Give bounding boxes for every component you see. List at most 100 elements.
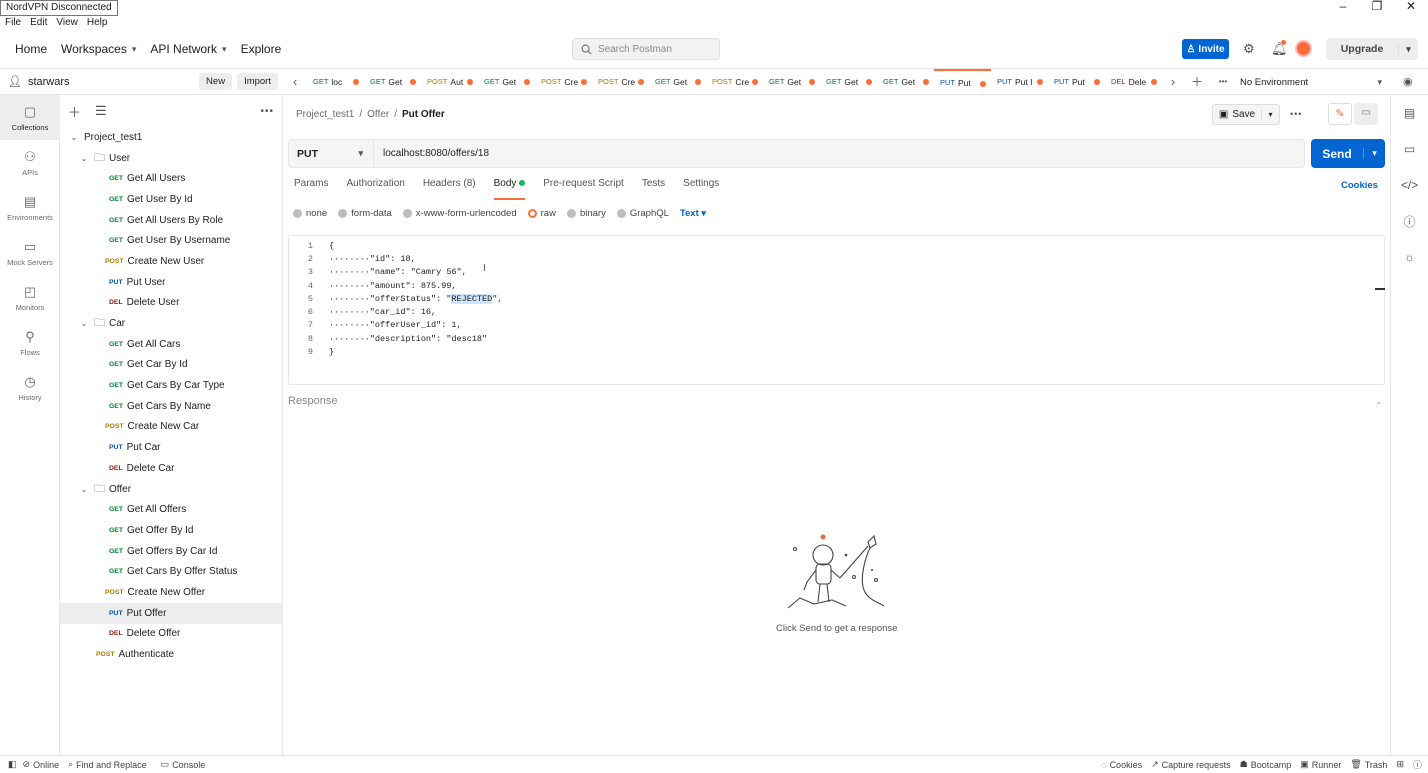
request-item[interactable]: GET Get All Users By Role — [60, 210, 282, 231]
tabs-more-icon[interactable]: ••• — [1210, 77, 1236, 86]
avatar[interactable] — [1295, 40, 1312, 57]
restore-icon[interactable]: ❐ — [1360, 0, 1394, 14]
tab-pre-request-script[interactable]: Pre-request Script — [543, 178, 624, 200]
request-tab[interactable]: PUT Put — [1048, 69, 1105, 95]
breadcrumb-collection[interactable]: Project_test1 — [296, 109, 354, 120]
radio-graphql[interactable]: GraphQL — [616, 208, 669, 219]
scroll-right-icon[interactable]: › — [1162, 74, 1184, 89]
request-tab[interactable]: GET loc — [307, 69, 364, 95]
request-item[interactable]: GET Get Cars By Car Type — [60, 375, 282, 396]
chevron-down-icon[interactable]: ⌄ — [1375, 396, 1383, 407]
nav-explore[interactable]: Explore — [241, 42, 282, 56]
import-button[interactable]: Import — [237, 73, 278, 90]
request-tab[interactable]: PUT Put — [934, 68, 991, 95]
request-tab[interactable]: GET Get — [877, 69, 934, 95]
more-options-icon[interactable]: ••• — [1290, 109, 1302, 119]
breadcrumb-folder[interactable]: Offer — [367, 109, 389, 120]
minimize-icon[interactable]: – — [1326, 0, 1360, 14]
request-item[interactable]: GET Get All Offers — [60, 499, 282, 520]
layout-icon[interactable]: ⊞ — [1396, 759, 1404, 770]
invite-button[interactable]: ♙ Invite — [1182, 39, 1229, 59]
menu-edit[interactable]: Edit — [30, 16, 47, 30]
online-status[interactable]: ⊘ Online — [23, 759, 60, 770]
new-button[interactable]: New — [199, 73, 233, 90]
cookies-link[interactable]: Cookies — [1341, 180, 1378, 191]
request-item[interactable]: POST Create New Offer — [60, 582, 282, 603]
request-tab[interactable]: PUT Put I — [991, 69, 1048, 95]
request-item[interactable]: GET Get All Cars — [60, 334, 282, 355]
request-item[interactable]: DEL Delete Offer — [60, 624, 282, 645]
request-tab[interactable]: GET Get — [649, 69, 706, 95]
bootcamp-button[interactable]: ☗ Bootcamp — [1240, 759, 1292, 770]
request-item[interactable]: GET Get Cars By Offer Status — [60, 561, 282, 582]
request-item[interactable]: PUT Put Car — [60, 437, 282, 458]
rail-mock-servers[interactable]: ▭ Mock Servers — [0, 230, 60, 275]
trash-button[interactable]: 🗑︎ Trash — [1350, 759, 1387, 770]
capture-requests-button[interactable]: ↗ Capture requests — [1151, 759, 1231, 770]
tab-params[interactable]: Params — [294, 178, 328, 200]
upgrade-button[interactable]: Upgrade ▾ — [1326, 38, 1418, 60]
chevron-down-icon[interactable]: ▾ — [1261, 110, 1279, 119]
request-item[interactable]: GET Get Cars By Name — [60, 396, 282, 417]
search-input[interactable]: Search Postman — [572, 38, 720, 60]
request-item[interactable]: GET Get User By Id — [60, 189, 282, 210]
toggle-sidebar-icon[interactable]: ◧ — [8, 759, 17, 770]
lightbulb-icon[interactable]: ☼ — [1391, 239, 1428, 275]
request-item[interactable]: PUT Put Offer — [60, 602, 282, 624]
request-item[interactable]: POST Create New Car — [60, 417, 282, 438]
request-item[interactable]: DEL Delete Car — [60, 458, 282, 479]
request-item[interactable]: GET Get User By Username — [60, 230, 282, 251]
edit-pencil-icon[interactable]: ✎ — [1328, 103, 1352, 125]
documentation-icon[interactable]: ▤ — [1391, 95, 1428, 131]
request-tab[interactable]: GET Get — [478, 69, 535, 95]
save-button[interactable]: ▣ Save ▾ — [1212, 104, 1280, 125]
folder-user[interactable]: ⌄ 🗀︎ User — [60, 148, 282, 169]
comment-icon[interactable]: ▭ — [1354, 103, 1378, 125]
filter-icon[interactable]: ☰ — [95, 103, 107, 119]
settings-gear-icon[interactable]: ⚙ — [1243, 41, 1255, 57]
more-options-icon[interactable]: ••• — [260, 106, 274, 117]
rail-collections[interactable]: ▢ Collections — [0, 95, 60, 140]
radio-binary[interactable]: binary — [566, 208, 606, 219]
tab-headers[interactable]: Headers (8) — [423, 178, 476, 200]
nav-workspaces[interactable]: Workspaces ▾ — [61, 42, 136, 56]
request-tab[interactable]: DEL Dele — [1105, 69, 1162, 95]
environment-selector[interactable]: No Environment ▾ — [1240, 69, 1390, 95]
menu-view[interactable]: View — [56, 16, 78, 30]
scroll-left-icon[interactable]: ‹ — [283, 74, 307, 89]
request-item[interactable]: GET Get Car By Id — [60, 355, 282, 376]
add-icon[interactable]: ＋ — [68, 102, 81, 121]
nav-home[interactable]: Home — [15, 42, 47, 56]
request-item[interactable]: GET Get Offers By Car Id — [60, 541, 282, 562]
code-icon[interactable]: </> — [1391, 167, 1428, 203]
request-item[interactable]: GET Get All Users — [60, 168, 282, 189]
info-icon[interactable]: ⓘ — [1391, 203, 1428, 239]
workspace-name[interactable]: starwars — [28, 76, 199, 88]
request-item[interactable]: POST Create New User — [60, 251, 282, 272]
request-item[interactable]: PUT Put User — [60, 272, 282, 293]
rail-monitors[interactable]: ◰ Monitors — [0, 275, 60, 320]
request-tab[interactable]: POST Aut — [421, 69, 478, 95]
tab-settings[interactable]: Settings — [683, 178, 719, 200]
request-tab[interactable]: GET Get — [763, 69, 820, 95]
radio-raw[interactable]: raw — [527, 208, 556, 219]
request-item[interactable]: POST Authenticate — [60, 644, 282, 665]
body-code-editor[interactable]: 1{2 ········"id": 18, 3 ········"name": "Ca… — [288, 235, 1385, 385]
rail-history[interactable]: ◷ History — [0, 365, 60, 410]
runner-button[interactable]: ▣ Runner — [1300, 759, 1341, 770]
rail-apis[interactable]: ⚇ APIs — [0, 140, 60, 185]
collection-item[interactable]: ⌄ Project_test1 — [60, 127, 282, 148]
menu-file[interactable]: File — [5, 16, 21, 30]
tab-body[interactable]: Body — [493, 178, 526, 200]
new-tab-icon[interactable]: ＋ — [1184, 73, 1210, 90]
radio-none[interactable]: none — [293, 208, 327, 219]
eye-icon[interactable]: ◉ — [1403, 75, 1413, 88]
method-select[interactable]: PUT ▾ — [289, 140, 374, 167]
folder-car[interactable]: ⌄ 🗀︎ Car — [60, 313, 282, 334]
send-button[interactable]: Send ▾ — [1311, 139, 1385, 168]
request-tab[interactable]: POST Cre — [706, 69, 763, 95]
folder-offer[interactable]: ⌄ 🗀︎ Offer — [60, 479, 282, 500]
rail-flows[interactable]: ⚲ Flows — [0, 320, 60, 365]
request-tab[interactable]: GET Get — [364, 69, 421, 95]
request-item[interactable]: GET Get Offer By Id — [60, 520, 282, 541]
